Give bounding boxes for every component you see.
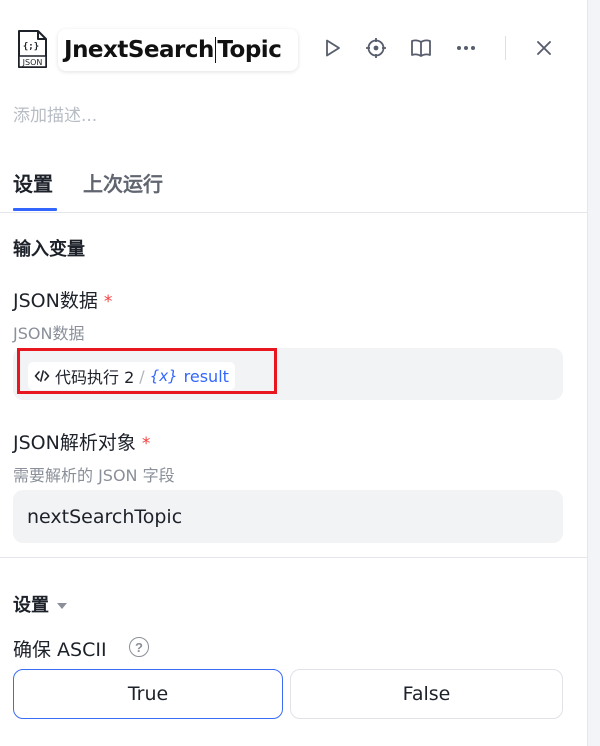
node-title-text: JnextSearch Topic (64, 36, 282, 64)
svg-text:{;}: {;} (23, 42, 39, 52)
section-divider (0, 557, 588, 558)
annotation-highlight-box (17, 348, 277, 394)
json-target-hint: 需要解析的 JSON 字段 (13, 466, 175, 485)
tab-settings[interactable]: 设置 (13, 168, 53, 197)
book-icon[interactable] (409, 36, 433, 60)
required-mark: * (103, 292, 113, 312)
ensure-ascii-false-button[interactable]: False (290, 669, 563, 719)
window-edge (588, 0, 600, 746)
close-icon[interactable] (532, 36, 556, 60)
svg-text:JSON: JSON (22, 58, 43, 67)
node-settings-panel: {;} JSON JnextSearch Topic 添加描述... 设置 上次运… (0, 0, 588, 746)
description-input[interactable]: 添加描述... (13, 101, 97, 126)
more-icon[interactable] (454, 36, 478, 60)
settings-section-toggle[interactable]: 设置 (13, 591, 67, 617)
json-data-label: JSON数据 * (13, 290, 113, 312)
play-icon[interactable] (320, 36, 344, 60)
ensure-ascii-true-button[interactable]: True (13, 669, 283, 719)
json-target-label: JSON解析对象 * (13, 432, 151, 454)
header-separator (505, 36, 506, 60)
ensure-ascii-label: 确保 ASCII (13, 639, 107, 661)
required-mark: * (141, 434, 151, 454)
help-icon[interactable]: ? (129, 637, 149, 657)
settings-heading: 设置 (13, 595, 49, 616)
tabs-divider (0, 212, 588, 213)
tab-last-run[interactable]: 上次运行 (83, 168, 163, 197)
input-variables-heading: 输入变量 (13, 239, 85, 260)
json-file-icon: {;} JSON (18, 30, 47, 68)
locate-icon[interactable] (364, 36, 388, 60)
chevron-down-icon (57, 603, 67, 609)
json-data-hint: JSON数据 (13, 324, 85, 343)
node-title-input[interactable]: JnextSearch Topic (58, 29, 298, 71)
json-target-input[interactable]: nextSearchTopic (13, 490, 563, 543)
active-tab-indicator (13, 208, 57, 211)
